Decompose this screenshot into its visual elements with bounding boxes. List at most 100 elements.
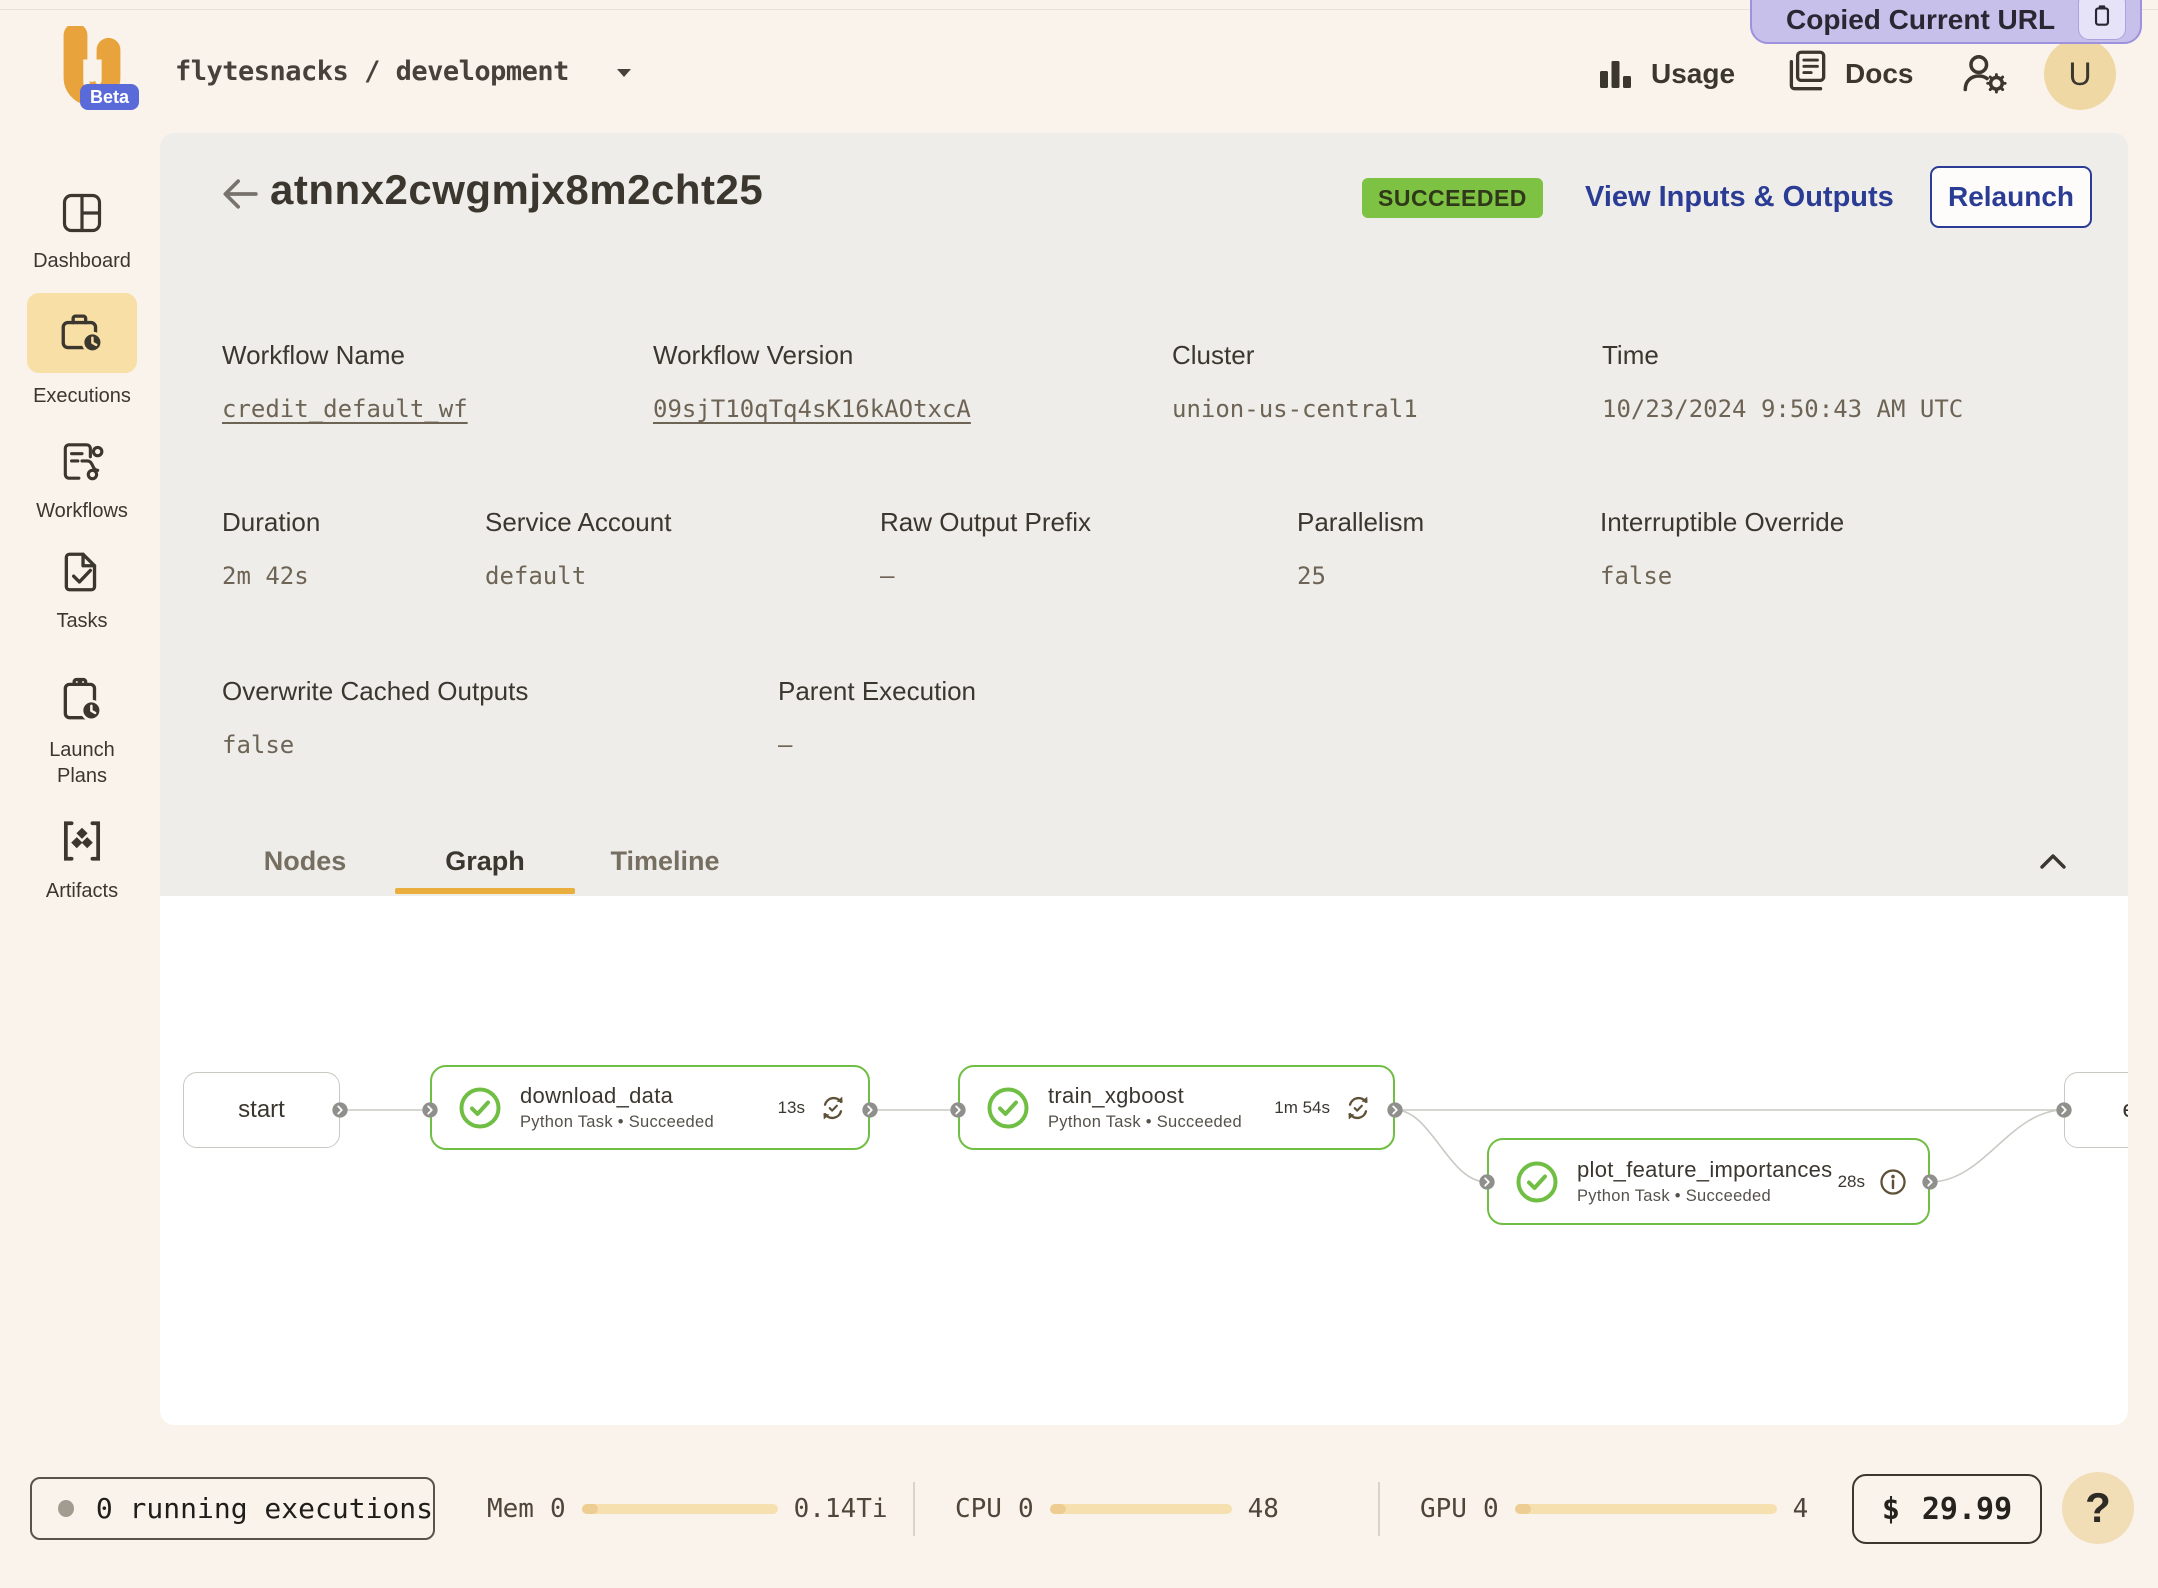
meter-bar: [1515, 1504, 1777, 1514]
graph-node-start[interactable]: start: [183, 1072, 340, 1148]
port-marker: [421, 1101, 439, 1119]
workflow-version-link[interactable]: 09sjT10qTq4sK16kAOtxcA: [653, 395, 1172, 423]
port-marker: [1386, 1101, 1404, 1119]
graph-node-download-data[interactable]: download_data Python Task • Succeeded 13…: [430, 1065, 870, 1150]
launch-plans-icon: [57, 675, 107, 725]
node-label: end: [2122, 1096, 2128, 1124]
check-circle-icon: [986, 1086, 1030, 1130]
node-label: start: [238, 1096, 285, 1124]
sidebar-item-label: Workflows: [36, 498, 128, 524]
meta-field-workflow-name: Workflow Name credit_default_wf: [222, 340, 653, 423]
sidebar-item-label: Dashboard: [33, 248, 131, 274]
meta-field-time: Time 10/23/2024 9:50:43 AM UTC: [1602, 340, 1963, 423]
status-badge: SUCCEEDED: [1362, 178, 1543, 218]
meter-value: 0: [550, 1494, 566, 1524]
sidebar-item-launch-plans[interactable]: Launch Plans: [0, 675, 164, 789]
workflow-graph[interactable]: start download_data Python Task • Succee…: [160, 896, 2128, 1425]
meta-field-cluster: Cluster union-us-central1: [1172, 340, 1602, 423]
workflows-icon: [58, 438, 106, 486]
graph-node-plot-feature-importances[interactable]: plot_feature_importances Python Task • S…: [1487, 1138, 1930, 1225]
meta-field-service-account: Service Account default: [485, 507, 880, 590]
sidebar-item-dashboard[interactable]: Dashboard: [0, 190, 164, 274]
beta-badge: Beta: [80, 84, 139, 110]
port-marker: [1921, 1173, 1939, 1191]
check-circle-icon: [458, 1086, 502, 1130]
meter-max: 4: [1793, 1494, 1809, 1524]
tab-graph[interactable]: Graph: [395, 828, 575, 894]
meter-max: 0.14Ti: [794, 1494, 888, 1524]
graph-node-end[interactable]: end: [2064, 1072, 2128, 1148]
relaunch-button[interactable]: Relaunch: [1930, 166, 2092, 228]
currency-symbol: $: [1882, 1492, 1900, 1527]
meta-row-2: Duration 2m 42s Service Account default …: [222, 507, 1844, 590]
graph-node-train-xgboost[interactable]: train_xgboost Python Task • Succeeded 1m…: [958, 1065, 1395, 1150]
cpu-meter: CPU 0 48: [955, 1477, 1279, 1540]
docs-icon[interactable]: [1782, 46, 1832, 96]
meter-bar: [582, 1504, 778, 1514]
usage-link[interactable]: Usage: [1651, 58, 1735, 90]
meta-field-interruptible-override: Interruptible Override false: [1600, 507, 1844, 590]
cache-icon: [1343, 1093, 1373, 1123]
sidebar-item-workflows[interactable]: Workflows: [0, 438, 164, 524]
meter-value: 0: [1018, 1494, 1034, 1524]
sidebar-item-tasks[interactable]: Tasks: [0, 548, 164, 634]
sidebar-item-artifacts[interactable]: Artifacts: [0, 816, 164, 904]
tasks-icon: [58, 548, 106, 596]
meta-field-parent-execution: Parent Execution –: [778, 676, 976, 759]
docs-link[interactable]: Docs: [1845, 58, 1913, 90]
sidebar-item-label: Launch Plans: [29, 737, 135, 789]
info-icon[interactable]: [1878, 1167, 1908, 1197]
check-circle-icon: [1515, 1160, 1559, 1204]
help-question-mark: ?: [2085, 1484, 2111, 1532]
help-button[interactable]: ?: [2062, 1472, 2134, 1544]
port-marker: [1478, 1173, 1496, 1191]
port-marker: [949, 1101, 967, 1119]
status-dot: [58, 1500, 74, 1517]
avatar-initial: U: [2068, 56, 2091, 93]
view-inputs-outputs-link[interactable]: View Inputs & Outputs: [1585, 181, 1894, 214]
cache-icon: [818, 1093, 848, 1123]
meta-field-workflow-version: Workflow Version 09sjT10qTq4sK16kAOtxcA: [653, 340, 1172, 423]
back-arrow-icon[interactable]: [218, 172, 262, 216]
meta-row-1: Workflow Name credit_default_wf Workflow…: [222, 340, 1963, 423]
port-marker: [861, 1101, 879, 1119]
sidebar-item-executions[interactable]: [27, 293, 137, 373]
divider: [913, 1482, 915, 1536]
copied-url-tooltip: Copied Current URL: [1750, 0, 2142, 44]
tooltip-text: Copied Current URL: [1786, 4, 2055, 36]
avatar[interactable]: U: [2044, 38, 2116, 110]
meter-max: 48: [1248, 1494, 1279, 1524]
meter-label: Mem: [487, 1494, 534, 1524]
page-title: atnnx2cwgmjx8m2cht25: [270, 166, 763, 214]
meta-field-duration: Duration 2m 42s: [222, 507, 485, 590]
running-executions-pill[interactable]: 0 running executions: [30, 1477, 435, 1540]
meter-value: 0: [1483, 1494, 1499, 1524]
sidebar-item-label: Artifacts: [46, 878, 118, 904]
meter-label: CPU: [955, 1494, 1002, 1524]
meta-field-raw-output-prefix: Raw Output Prefix –: [880, 507, 1297, 590]
breadcrumb-caret-down-icon[interactable]: [616, 68, 632, 78]
port-marker: [331, 1101, 349, 1119]
copy-url-button[interactable]: [2078, 0, 2126, 40]
manage-accounts-icon[interactable]: [1958, 48, 2012, 102]
cost-amount: 29.99: [1922, 1492, 2012, 1527]
cost-button[interactable]: $ 29.99: [1852, 1474, 2042, 1544]
tab-nodes[interactable]: Nodes: [215, 828, 395, 894]
workflow-name-link[interactable]: credit_default_wf: [222, 395, 653, 423]
meta-field-parallelism: Parallelism 25: [1297, 507, 1600, 590]
gpu-meter: GPU 0 4: [1420, 1477, 1808, 1540]
usage-bar-chart-icon[interactable]: [1593, 52, 1637, 96]
memory-meter: Mem 0 0.14Ti: [487, 1477, 888, 1540]
sidebar-item-executions-label[interactable]: Executions: [0, 383, 164, 409]
execution-detail-panel: atnnx2cwgmjx8m2cht25 SUCCEEDED View Inpu…: [160, 133, 2128, 1425]
meter-bar: [1050, 1504, 1232, 1514]
tab-timeline[interactable]: Timeline: [575, 828, 755, 894]
meta-row-3: Overwrite Cached Outputs false Parent Ex…: [222, 676, 976, 759]
view-tabs: Nodes Graph Timeline: [215, 828, 755, 894]
divider: [1378, 1482, 1380, 1536]
meta-field-overwrite-cached-outputs: Overwrite Cached Outputs false: [222, 676, 778, 759]
port-marker: [2055, 1101, 2073, 1119]
breadcrumb[interactable]: flytesnacks / development: [175, 56, 569, 87]
sidebar-item-label: Tasks: [56, 608, 107, 634]
collapse-chevron-up-icon[interactable]: [2035, 845, 2071, 879]
